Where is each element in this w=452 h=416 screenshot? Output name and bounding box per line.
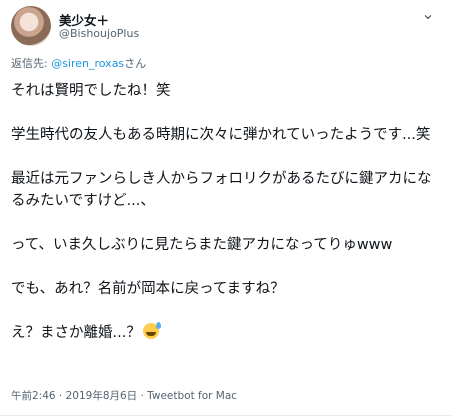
- tweet-card: 美少女＋ @BishoujoPlus ⌄ 返信先: @siren_roxasさん…: [0, 0, 452, 416]
- tweet-line: 学生時代の友人もある時期に次々に弾かれていったようです...笑: [11, 127, 431, 143]
- tweet-line: って、いま久しぶりに見たらまた鍵アカになってりゅwww: [11, 237, 393, 253]
- tweet-line-text: え？まさか離婚...？: [11, 325, 141, 341]
- tweet-line: でも、あれ？名前が岡本に戻ってますね？: [11, 281, 285, 297]
- reply-suffix: さん: [124, 57, 147, 70]
- tweet-line: 最近は元ファンらしき人からフォロリクがあるたびに鍵アカになるみたいですけど...…: [11, 171, 432, 209]
- reply-prefix: 返信先:: [11, 57, 52, 70]
- tweet-line: それは賢明でしたね！笑: [11, 83, 171, 99]
- tweet-text: それは賢明でしたね！笑 学生時代の友人もある時期に次々に弾かれていったようです.…: [11, 80, 441, 344]
- reply-mention-link[interactable]: @siren_roxas: [51, 57, 124, 70]
- tweet-line-last: え？まさか離婚...？: [11, 322, 441, 344]
- tweet-timestamp[interactable]: 午前2:46 · 2019年8月6日 · Tweetbot for Mac: [11, 388, 237, 403]
- reply-to-line: 返信先: @siren_roxasさん: [11, 55, 146, 71]
- sweat-smile-emoji-icon: [142, 322, 161, 339]
- chevron-down-icon[interactable]: ⌄: [418, 6, 438, 24]
- avatar[interactable]: [11, 6, 51, 46]
- user-handle[interactable]: @BishoujoPlus: [59, 27, 139, 40]
